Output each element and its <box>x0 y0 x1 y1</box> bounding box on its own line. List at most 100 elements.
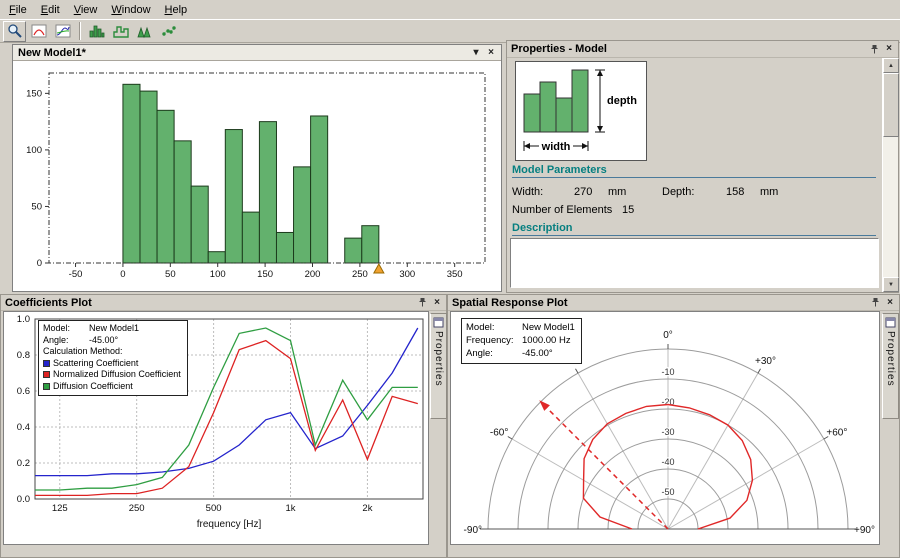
menu-help[interactable]: Help <box>158 2 195 18</box>
model-chart-area[interactable]: -50050100150200250300350050100150 <box>13 61 501 291</box>
window-menu-button[interactable]: ▾ <box>469 46 483 59</box>
properties-tab-label: Properties <box>433 331 444 387</box>
width-value: 270 <box>574 186 592 198</box>
model-steps-icon[interactable] <box>109 21 132 42</box>
width-label: Width: <box>512 186 543 198</box>
properties-scrollbar[interactable]: ▲ ▼ <box>882 58 898 292</box>
svg-text:-50: -50 <box>661 487 674 497</box>
scroll-up-button[interactable]: ▲ <box>883 58 899 73</box>
model-element-bar[interactable] <box>294 167 311 263</box>
model-element-bar[interactable] <box>242 212 259 263</box>
scroll-down-button[interactable]: ▼ <box>883 277 899 292</box>
properties-flyout-tab[interactable]: Properties <box>430 313 447 419</box>
svg-text:-40: -40 <box>661 457 674 467</box>
model-scatter-icon[interactable] <box>157 21 180 42</box>
properties-tab-label: Properties <box>885 331 896 387</box>
model-element-bar[interactable] <box>345 238 362 263</box>
svg-text:+60°: +60° <box>826 428 847 439</box>
model-element-bar[interactable] <box>276 232 293 263</box>
pin-icon <box>417 297 428 308</box>
model-element-bar[interactable] <box>311 116 328 263</box>
spatial-plot-icon[interactable] <box>27 21 50 42</box>
legend-model-label: Model: <box>466 321 522 334</box>
model-bars-icon[interactable] <box>85 21 108 42</box>
panel-close-button[interactable]: × <box>430 296 444 309</box>
spatial-legend: Model:New Model1 Frequency:1000.00 Hz An… <box>461 318 582 364</box>
legend-method-label: Calculation Method: <box>43 346 181 358</box>
scrollbar-thumb[interactable] <box>883 73 899 137</box>
window-close-button[interactable]: × <box>484 46 498 59</box>
model-window-titlebar: New Model1* ▾ × <box>13 45 501 61</box>
properties-panel: Properties - Model × depthwidth Model Pa… <box>506 40 899 293</box>
depth-value: 158 <box>726 186 744 198</box>
model-element-bar[interactable] <box>225 130 242 263</box>
svg-text:+30°: +30° <box>755 356 776 367</box>
series-swatch <box>43 360 50 367</box>
svg-text:-30: -30 <box>661 427 674 437</box>
pin-button[interactable] <box>415 296 429 309</box>
svg-text:100: 100 <box>210 269 226 280</box>
series-name: Diffusion Coefficient <box>53 381 133 391</box>
arrow-up-icon: ▲ <box>888 63 894 69</box>
coefficients-panel-titlebar: Coefficients Plot × <box>1 295 446 311</box>
svg-text:0°: 0° <box>663 330 673 341</box>
properties-tab-icon <box>885 317 896 328</box>
model-element-bar[interactable] <box>259 122 276 263</box>
svg-text:50: 50 <box>165 269 176 280</box>
svg-text:depth: depth <box>607 95 637 107</box>
coefficients-chart-area[interactable]: 1252505001k2k0.00.20.40.60.81.0frequency… <box>3 311 429 545</box>
pin-button[interactable] <box>868 296 882 309</box>
model-element-bar[interactable] <box>157 110 174 263</box>
model-element-bar[interactable] <box>208 252 225 263</box>
model-histogram[interactable]: -50050100150200250300350050100150 <box>13 61 499 291</box>
description-input[interactable] <box>510 238 879 288</box>
model-parameters-heading: Model Parameters <box>512 164 876 178</box>
toolbar-separator <box>79 22 81 40</box>
depth-unit: mm <box>760 186 778 198</box>
width-unit: mm <box>608 186 626 198</box>
elements-value: 15 <box>622 204 634 216</box>
pin-button[interactable] <box>867 43 881 56</box>
pin-icon <box>869 44 880 55</box>
series-name: Scattering Coefficient <box>53 358 138 368</box>
section-marker[interactable] <box>374 264 384 273</box>
panel-close-button[interactable]: × <box>882 43 896 56</box>
spatial-chart-area[interactable]: 0°+30°+60°+90°-30°-60°-90°-10-20-30-40-5… <box>450 311 880 545</box>
properties-panel-title: Properties - Model <box>511 43 866 55</box>
spatial-panel-title: Spatial Response Plot <box>452 297 867 309</box>
menu-view[interactable]: View <box>67 2 105 18</box>
close-icon: × <box>887 298 893 308</box>
menu-edit[interactable]: Edit <box>34 2 67 18</box>
coefficients-legend: Model:New Model1 Angle:-45.00° Calculati… <box>38 320 188 396</box>
svg-text:50: 50 <box>31 201 42 212</box>
model-element-bar[interactable] <box>362 226 379 263</box>
legend-angle-value: -45.00° <box>522 348 553 359</box>
elements-label: Number of Elements <box>512 204 612 216</box>
svg-text:100: 100 <box>26 145 42 156</box>
description-heading: Description <box>512 222 876 236</box>
svg-text:0: 0 <box>120 269 125 280</box>
elements-row: Number of Elements 15 <box>512 204 876 218</box>
legend-angle-label: Angle: <box>466 347 522 360</box>
svg-text:350: 350 <box>447 269 463 280</box>
properties-flyout-tab[interactable]: Properties <box>882 313 899 419</box>
model-triangles-icon[interactable] <box>133 21 156 42</box>
coefficients-plot-icon[interactable] <box>51 21 74 42</box>
panel-close-button[interactable]: × <box>883 296 897 309</box>
angle-marker-arrow[interactable] <box>539 400 550 411</box>
menu-file[interactable]: File <box>2 2 34 18</box>
legend-angle-label: Angle: <box>43 335 89 347</box>
model-element-bar[interactable] <box>123 84 140 263</box>
zoom-icon[interactable] <box>3 21 26 42</box>
svg-text:-90°: -90° <box>464 525 482 536</box>
model-element-bar[interactable] <box>140 91 157 263</box>
properties-panel-titlebar: Properties - Model × <box>507 41 898 58</box>
chevron-down-icon: ▾ <box>473 48 478 58</box>
legend-angle-value: -45.00° <box>89 335 118 345</box>
close-icon: × <box>886 44 892 54</box>
menu-window[interactable]: Window <box>104 2 157 18</box>
model-element-bar[interactable] <box>191 186 208 263</box>
model-element-bar[interactable] <box>174 141 191 263</box>
spatial-panel-titlebar: Spatial Response Plot × <box>448 295 899 311</box>
legend-model-value: New Model1 <box>522 322 575 333</box>
